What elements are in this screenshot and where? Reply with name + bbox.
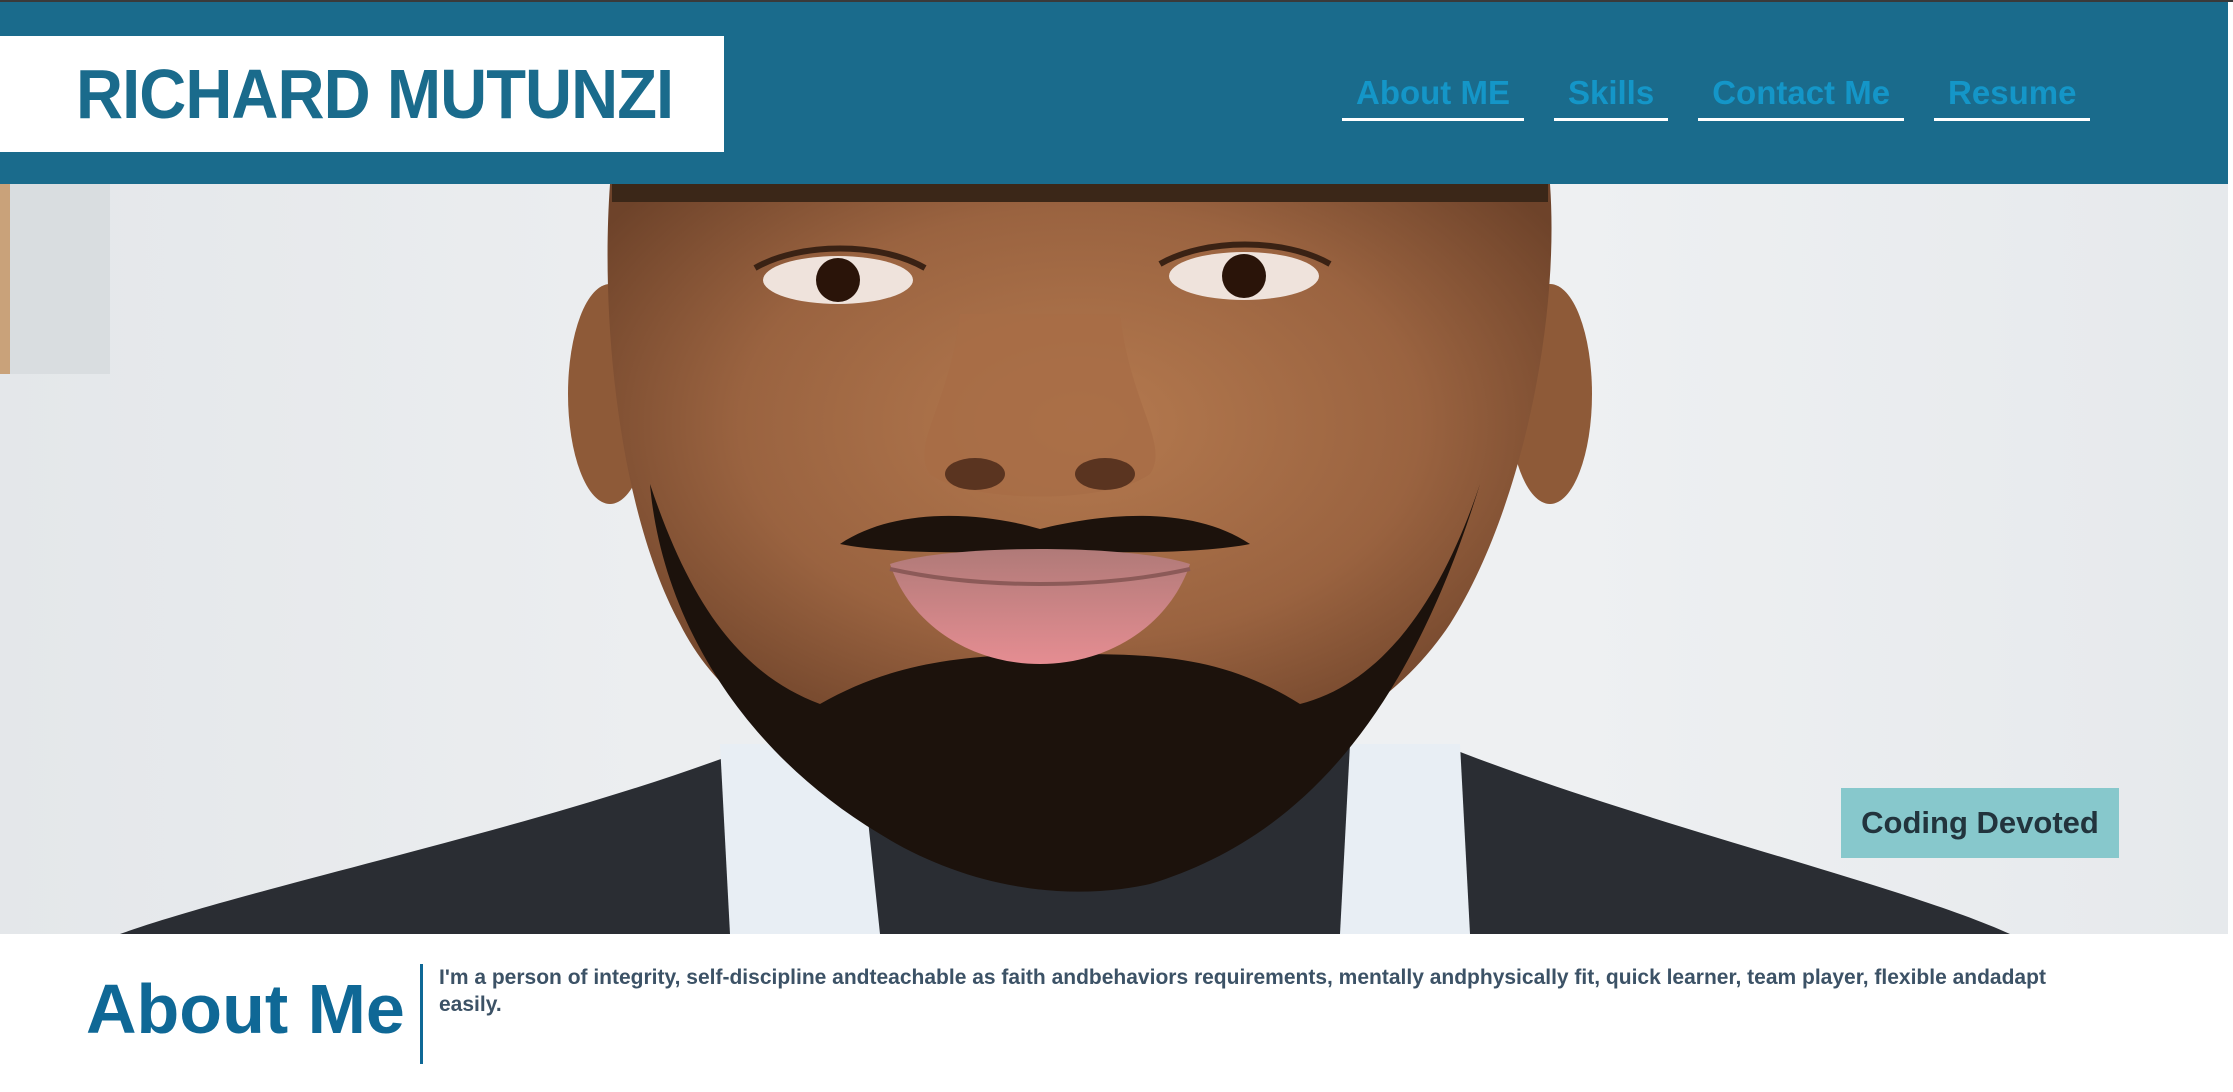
brand-box: RICHARD MUTUNZI bbox=[0, 36, 724, 152]
about-heading: About Me bbox=[86, 970, 405, 1048]
nav-resume[interactable]: Resume bbox=[1934, 74, 2091, 121]
nav-contact-me[interactable]: Contact Me bbox=[1698, 74, 1905, 121]
main-nav: About ME Skills Contact Me Resume bbox=[1342, 74, 2091, 121]
site-header: RICHARD MUTUNZI About ME Skills Contact … bbox=[0, 2, 2228, 184]
nav-about-me[interactable]: About ME bbox=[1342, 74, 1524, 121]
page: RICHARD MUTUNZI About ME Skills Contact … bbox=[0, 0, 2233, 1092]
nav-skills[interactable]: Skills bbox=[1553, 74, 1669, 121]
tagline-badge: Coding Devoted bbox=[1841, 788, 2119, 858]
brand-title[interactable]: RICHARD MUTUNZI bbox=[76, 54, 674, 134]
about-section: About Me I'm a person of integrity, self… bbox=[0, 934, 2233, 1092]
about-text: I'm a person of integrity, self-discipli… bbox=[439, 966, 2046, 1016]
about-divider bbox=[420, 964, 423, 1064]
